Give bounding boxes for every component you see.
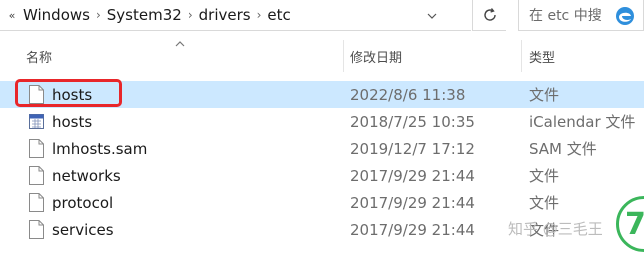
column-header-row: 名称 修改日期 类型 xyxy=(0,40,644,72)
file-date: 2018/7/25 10:35 xyxy=(350,112,475,131)
file-name: lmhosts.sam xyxy=(52,139,148,158)
file-icon xyxy=(29,193,44,212)
calendar-file-icon xyxy=(29,114,44,129)
breadcrumb-system32[interactable]: System32 xyxy=(103,6,186,24)
address-bar[interactable]: « Windows › System32 › drivers › etc xyxy=(0,0,471,31)
breadcrumb-windows[interactable]: Windows xyxy=(19,6,94,24)
chevron-right-icon[interactable]: › xyxy=(255,8,264,22)
file-type: iCalendar 文件 xyxy=(529,113,636,131)
file-type: 文件 xyxy=(529,86,560,104)
file-name: hosts xyxy=(52,112,93,131)
file-type: SAM 文件 xyxy=(529,140,597,158)
file-row-protocol[interactable]: protocol 2017/9/29 21:44 文件 xyxy=(0,189,644,216)
file-date: 2022/8/6 11:38 xyxy=(350,85,466,104)
file-date: 2017/9/29 21:44 xyxy=(350,166,475,185)
column-divider[interactable] xyxy=(521,40,522,72)
chevron-down-icon xyxy=(427,13,437,19)
address-history-dropdown[interactable] xyxy=(418,0,446,31)
column-divider[interactable] xyxy=(343,40,344,72)
chevron-right-icon[interactable]: › xyxy=(94,8,103,22)
file-row-lmhosts[interactable]: lmhosts.sam 2019/12/7 17:12 SAM 文件 xyxy=(0,135,644,162)
column-header-type[interactable]: 类型 xyxy=(529,40,555,72)
file-row-hosts-ics[interactable]: hosts 2018/7/25 10:35 iCalendar 文件 xyxy=(0,108,644,135)
file-date: 2017/9/29 21:44 xyxy=(350,193,475,212)
file-name: protocol xyxy=(52,193,114,212)
file-icon xyxy=(29,166,44,185)
file-icon xyxy=(29,220,44,239)
file-date: 2017/9/29 21:44 xyxy=(350,220,475,239)
annotation-highlight-box xyxy=(15,79,122,107)
watermark-text: 知乎 @三毛王 xyxy=(508,220,603,238)
file-name: networks xyxy=(52,166,121,185)
path-overflow-icon[interactable]: « xyxy=(5,9,19,22)
sort-ascending-icon xyxy=(175,41,185,47)
search-box[interactable]: 在 etc 中搜 xyxy=(518,0,644,31)
file-row-networks[interactable]: networks 2017/9/29 21:44 文件 xyxy=(0,162,644,189)
file-name: services xyxy=(52,220,114,239)
chevron-right-icon[interactable]: › xyxy=(186,8,195,22)
column-header-date[interactable]: 修改日期 xyxy=(350,40,402,72)
breadcrumb-etc[interactable]: etc xyxy=(263,6,294,24)
file-icon xyxy=(29,139,44,158)
refresh-button[interactable] xyxy=(472,0,506,31)
column-header-name[interactable]: 名称 xyxy=(26,40,52,72)
navigation-bar: « Windows › System32 › drivers › etc 在 e… xyxy=(0,0,644,33)
badge-number: 7 xyxy=(625,206,644,242)
file-type: 文件 xyxy=(529,194,560,212)
file-date: 2019/12/7 17:12 xyxy=(350,139,475,158)
refresh-icon xyxy=(483,8,496,21)
file-type: 文件 xyxy=(529,167,560,185)
search-placeholder: 在 etc 中搜 xyxy=(529,8,602,24)
breadcrumb-drivers[interactable]: drivers xyxy=(195,6,255,24)
edge-browser-icon xyxy=(616,7,634,25)
